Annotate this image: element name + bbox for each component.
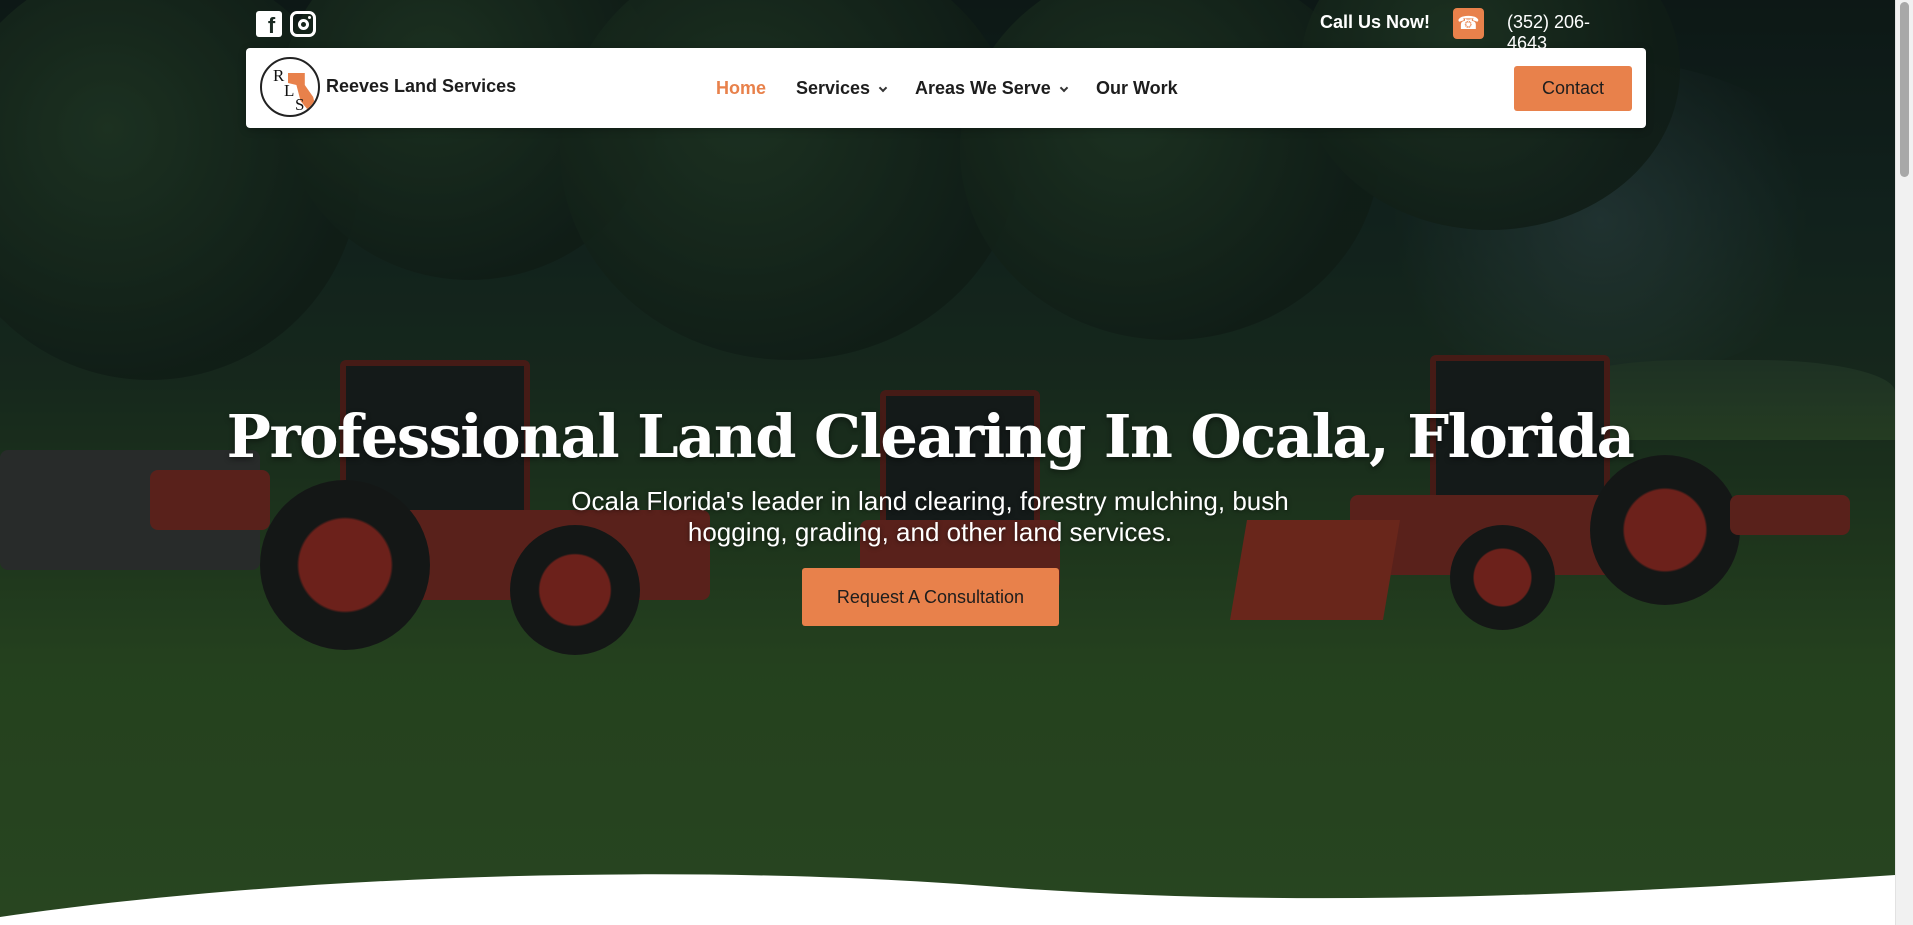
phone-icon[interactable]: ☎ [1453,8,1484,39]
request-consultation-button[interactable]: Request A Consultation [802,568,1059,626]
instagram-icon[interactable] [290,11,316,37]
chevron-down-icon [1059,83,1069,92]
nav-home-label: Home [716,78,767,98]
hero-title: Professional Land Clearing In Ocala, Flo… [226,402,1635,471]
nav-areas-label: Areas We Serve [915,78,1051,98]
nav-our-work-label: Our Work [1096,78,1178,98]
hero-subtitle: Ocala Florida's leader in land clearing,… [571,486,1289,547]
wave-divider [0,874,1895,925]
nav-areas-we-serve[interactable]: Areas We Serve [915,78,1069,99]
nav-our-work[interactable]: Our Work [1096,78,1178,99]
scrollbar-thumb[interactable] [1900,2,1909,177]
logo[interactable]: R L S [260,57,320,117]
page-scrollbar[interactable] [1895,0,1913,925]
nav-services-label: Services [796,78,871,98]
logo-letter: S [295,95,305,114]
main-navbar: R L S Reeves Land Services Home Services… [246,48,1646,128]
call-us-label: Call Us Now! [1320,12,1431,32]
nav-home[interactable]: Home [716,78,766,99]
chevron-down-icon [878,83,888,92]
contact-button[interactable]: Contact [1514,66,1632,111]
logo-letter: R [273,66,285,85]
logo-letter: L [284,81,295,100]
top-bar: f Call Us Now! ☎ (352) 206-4643 [245,0,1630,53]
facebook-icon[interactable]: f [256,11,282,38]
brand-name[interactable]: Reeves Land Services [326,76,516,97]
nav-services[interactable]: Services [796,78,888,99]
